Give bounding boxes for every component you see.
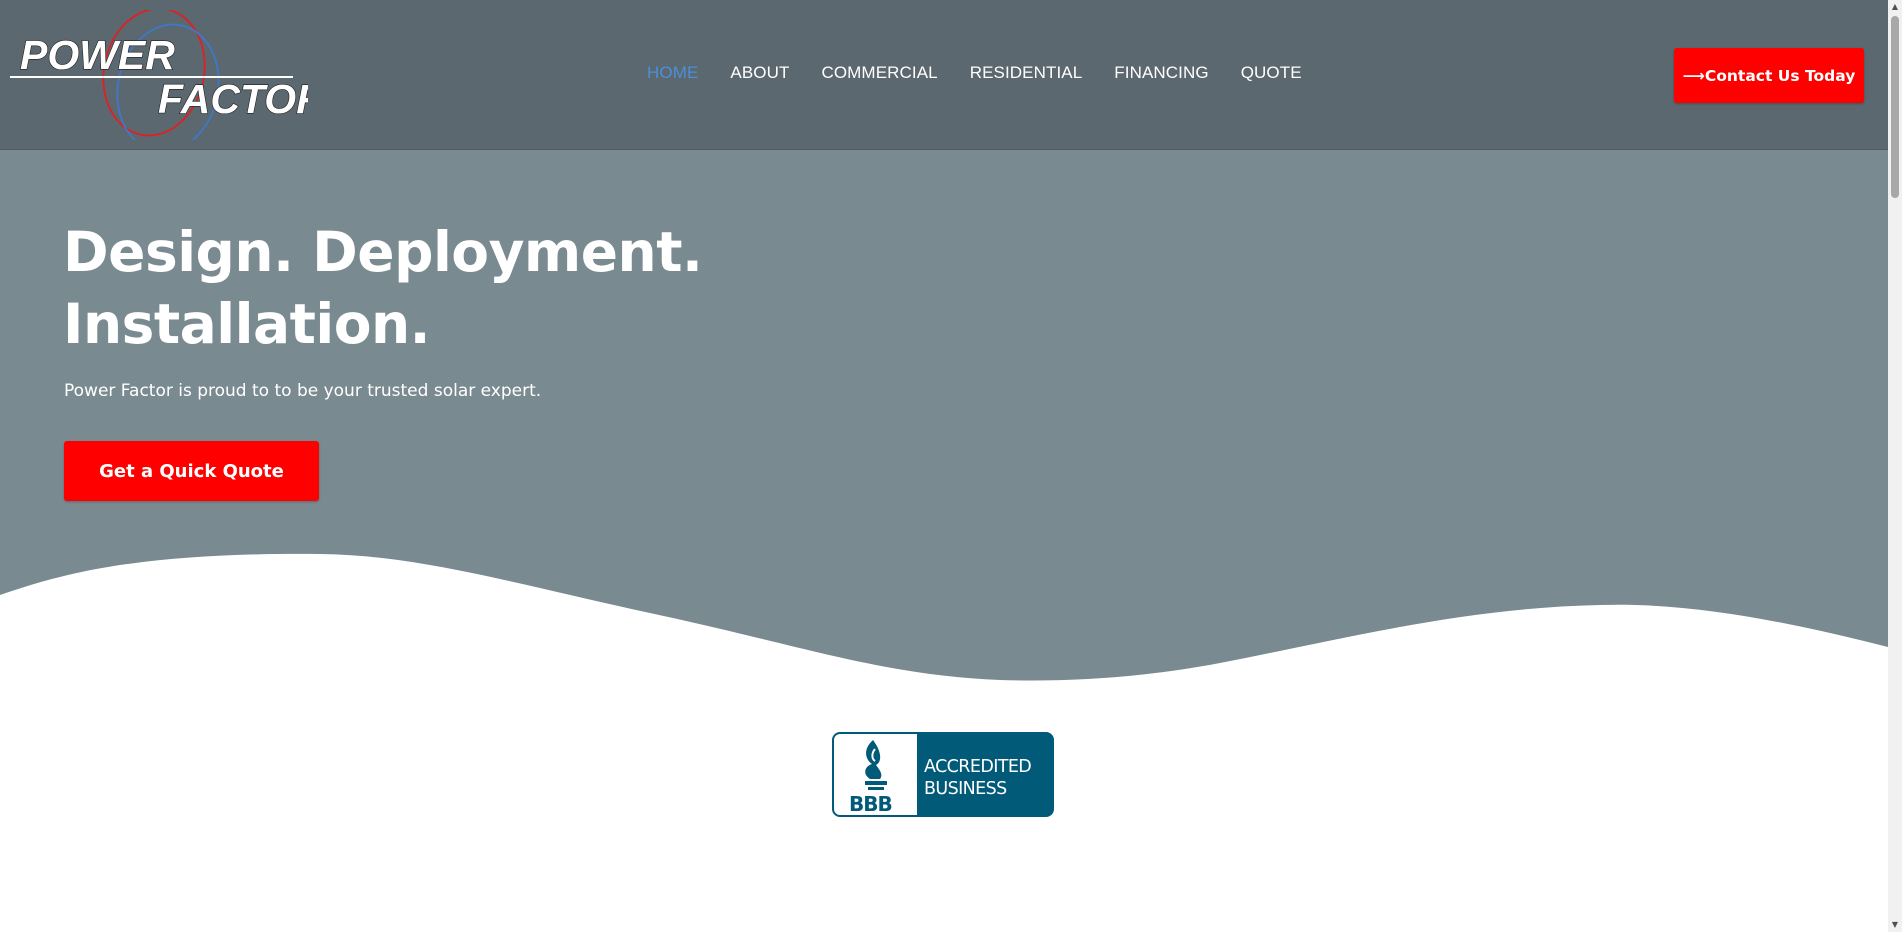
site-header: POWER FACTOR HOME ABOUT COMMERCIAL RESID…: [0, 0, 1888, 150]
hero-title-line-1: Design. Deployment.: [63, 220, 703, 284]
main-nav: HOME ABOUT COMMERCIAL RESIDENTIAL FINANC…: [647, 63, 1334, 83]
logo-text-factor: FACTOR: [158, 76, 308, 122]
nav-home[interactable]: HOME: [647, 63, 698, 83]
power-factor-logo[interactable]: POWER FACTOR: [8, 10, 308, 140]
scroll-down-icon[interactable]: ▼: [1888, 918, 1902, 932]
scroll-up-icon[interactable]: ▲: [1888, 0, 1902, 14]
bbb-logo-text: BBB: [849, 792, 892, 816]
nav-quote[interactable]: QUOTE: [1241, 63, 1302, 83]
arrow-right-icon: ⟶: [1682, 66, 1705, 85]
quick-quote-label: Get a Quick Quote: [99, 460, 284, 482]
nav-financing[interactable]: FINANCING: [1114, 63, 1208, 83]
page: POWER FACTOR HOME ABOUT COMMERCIAL RESID…: [0, 0, 1902, 932]
nav-residential[interactable]: RESIDENTIAL: [970, 63, 1083, 83]
nav-commercial[interactable]: COMMERCIAL: [821, 63, 937, 83]
hero-title-line-2: Installation.: [63, 292, 431, 356]
hero-section: Design. Deployment. Installation. Power …: [0, 150, 1888, 690]
vertical-scrollbar[interactable]: ▲ ▼: [1888, 0, 1902, 932]
scrollbar-thumb[interactable]: [1891, 16, 1899, 198]
logo-text-power: POWER: [20, 32, 175, 78]
bbb-accredited-text: ACCREDITED: [924, 757, 1031, 777]
hero-subtitle: Power Factor is proud to to be your trus…: [64, 381, 542, 401]
bbb-business-text: BUSINESS: [924, 779, 1007, 799]
contact-button-label: Contact Us Today: [1704, 66, 1856, 85]
hero-title: Design. Deployment. Installation.: [63, 216, 703, 360]
bbb-accredited-badge[interactable]: BBB ACCREDITED BUSINESS: [832, 732, 1054, 817]
nav-about[interactable]: ABOUT: [730, 63, 789, 83]
quick-quote-button[interactable]: Get a Quick Quote: [64, 441, 319, 501]
contact-us-button[interactable]: ⟶ Contact Us Today: [1674, 48, 1864, 103]
